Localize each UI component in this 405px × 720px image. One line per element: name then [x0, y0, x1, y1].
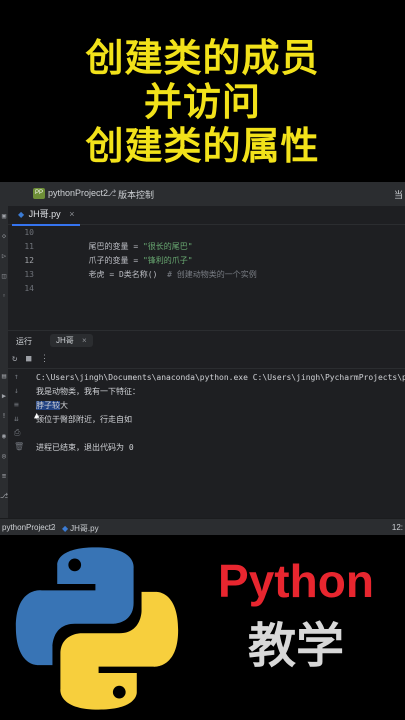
print-icon[interactable]: ⎙ [14, 428, 20, 438]
line-number: 11 [24, 242, 34, 251]
python-file-icon: ◆ [62, 524, 69, 533]
chevron-right-icon: › [53, 523, 56, 532]
code-line: 13 [8, 268, 405, 282]
selected-text: 脖子较 [36, 401, 60, 410]
problems-icon[interactable]: ! [0, 412, 8, 420]
top-right-label[interactable]: 当 [394, 188, 403, 201]
version-control-menu[interactable]: 版本控制 [118, 188, 154, 201]
branch-icon: ⎇ [106, 188, 117, 198]
arrow-up-icon[interactable]: ↑ [14, 372, 19, 381]
services-icon[interactable]: ◎ [0, 452, 8, 460]
ide-title-bar: PP pythonProject2 ⎇ 版本控制 当 [0, 182, 405, 207]
project-badge[interactable]: PP [33, 188, 45, 199]
folder-icon[interactable]: ▣ [0, 212, 8, 220]
pycharm-window: PP pythonProject2 ⎇ 版本控制 当 ◆ JH哥.py × ▣ … [0, 182, 405, 536]
line-number: 13 [24, 270, 34, 279]
status-bar: pythonProject2 › ◆ JH哥.py 12: [0, 518, 405, 536]
line-number: 12 [24, 256, 34, 265]
promo-text: Python 教学 [196, 553, 396, 679]
bookmark-icon[interactable]: ◫ [0, 272, 8, 280]
promo-section: Python 教学 [0, 535, 405, 720]
run-panel-header: 运行 JH哥 × [8, 332, 405, 350]
run-toolbar: ↻ ■ ⋮ [8, 352, 405, 369]
code-line-current: 12 老虎 = D类名称() # 创建动物类的一个实例 [8, 254, 405, 279]
banner-line-3: 创建类的属性 [85, 124, 320, 168]
close-icon[interactable]: × [82, 336, 87, 345]
git-branch-icon[interactable]: ⎇ [0, 492, 8, 500]
console-output: 脖子较大 [36, 400, 68, 412]
breadcrumb-file-label: JH哥.py [70, 524, 99, 533]
console-exit: 进程已结束，退出代码为 0 [36, 443, 134, 452]
project-name[interactable]: pythonProject2 [48, 188, 108, 198]
console-text: 大 [60, 401, 68, 410]
stop-icon[interactable]: ■ [26, 354, 31, 364]
code-line: 14 [8, 282, 405, 296]
code-line: 11 爪子的变量 = "锋利的爪子" [8, 240, 405, 265]
terminal-icon[interactable]: ▶ [0, 392, 8, 400]
rerun-icon[interactable]: ↻ [12, 354, 17, 364]
code-line: 10 尾巴的变量 = "很长的尾巴" [8, 226, 405, 251]
console-command: C:\Users\jingh\Documents\anaconda\python… [36, 373, 405, 382]
panel-divider[interactable] [0, 330, 405, 331]
soft-wrap-icon[interactable]: ≡ [14, 400, 19, 409]
breadcrumb-file[interactable]: ◆ JH哥.py [62, 523, 99, 534]
python-logo-icon [15, 547, 179, 710]
scroll-end-icon[interactable]: ⇊ [14, 414, 19, 423]
editor-tab-bar: ◆ JH哥.py × [0, 206, 405, 226]
banner-line-1: 创建类的成员 [85, 36, 320, 80]
git-icon[interactable]: ◦ [0, 292, 8, 300]
tab-label: JH哥.py [28, 209, 61, 219]
more-icon[interactable]: ⋮ [40, 354, 49, 364]
code-editor[interactable]: 10 尾巴的变量 = "很长的尾巴" 11 爪子的变量 = "锋利的爪子" 12… [8, 226, 405, 318]
run-icon[interactable]: ▷ [0, 252, 8, 260]
line-number: 10 [24, 228, 34, 237]
structure-icon[interactable]: ◇ [0, 232, 8, 240]
breadcrumb-project[interactable]: pythonProject2 [2, 523, 55, 532]
promo-title: Python [218, 555, 374, 607]
cursor-position[interactable]: 12: [392, 523, 403, 532]
run-panel-label: 运行 [16, 337, 32, 346]
trash-icon[interactable]: 🗑 [14, 442, 24, 451]
python-file-icon: ◆ [18, 210, 25, 219]
promo-subtitle: 教学 [247, 620, 344, 673]
title-banner: 创建类的成员 并访问 创建类的属性 [0, 0, 405, 182]
run-side-toolbar: ↑ ↓ ≡ ⇊ ⎙ 🗑 [8, 370, 28, 470]
left-tool-strip: ▣ ◇ ▷ ◫ ◦ ▤ ▶ ! ◉ ◎ ≡ ⎇ [0, 206, 8, 535]
run-tab-label: JH哥 [56, 336, 74, 345]
line-number: 14 [24, 284, 34, 293]
todo-icon[interactable]: ≡ [0, 472, 8, 480]
close-icon[interactable]: × [69, 209, 74, 219]
run-tab-jh[interactable]: JH哥 × [50, 334, 93, 347]
tab-jh-py[interactable]: ◆ JH哥.py × [12, 206, 81, 226]
layers-icon[interactable]: ▤ [0, 372, 8, 380]
arrow-down-icon[interactable]: ↓ [14, 386, 19, 395]
banner-line-2: 并访问 [143, 80, 261, 124]
console-output: 我是动物类，我有一下特征： [36, 387, 140, 396]
python-console-icon[interactable]: ◉ [0, 432, 8, 440]
console-output: 颈位于臀部附近，行走自如 [36, 415, 132, 424]
